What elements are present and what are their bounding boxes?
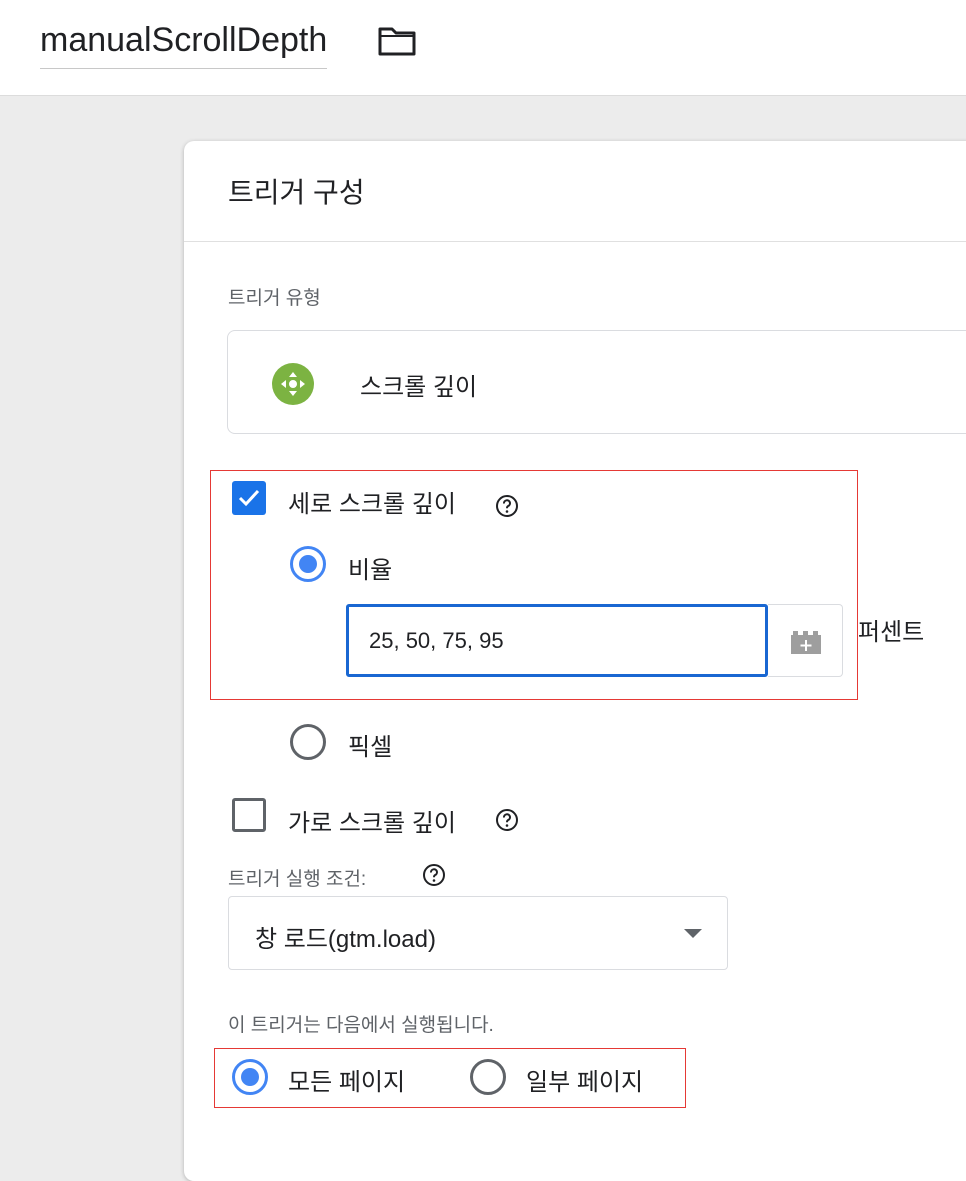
all-pages-radio[interactable] <box>232 1059 268 1095</box>
percent-radio[interactable] <box>290 546 326 582</box>
horizontal-scroll-label: 가로 스크롤 깊이 <box>288 810 456 837</box>
some-pages-radio[interactable] <box>470 1059 506 1095</box>
fire-on-select[interactable]: 창 로드(gtm.load) <box>228 896 728 970</box>
vertical-scroll-checkbox[interactable] <box>232 481 266 515</box>
percent-input[interactable] <box>346 604 768 677</box>
help-icon[interactable] <box>422 863 446 887</box>
percent-unit-label: 퍼센트 <box>858 619 925 646</box>
folder-icon[interactable] <box>378 26 416 56</box>
percent-option-label: 비율 <box>348 557 393 584</box>
fires-on-label: 이 트리거는 다음에서 실행됩니다. <box>228 1015 494 1036</box>
fire-on-label: 트리거 실행 조건: <box>228 869 367 890</box>
tag-name-field[interactable]: manualScrollDepth <box>40 20 328 69</box>
top-bar: manualScrollDepth <box>0 0 966 96</box>
trigger-type-selector[interactable]: 스크롤 깊이 <box>227 330 966 434</box>
vertical-scroll-label: 세로 스크롤 깊이 <box>288 491 456 518</box>
help-icon[interactable] <box>495 494 519 518</box>
card-title: 트리거 구성 <box>228 177 365 208</box>
variable-picker-button[interactable] <box>768 604 843 677</box>
fire-on-value: 창 로드(gtm.load) <box>255 926 436 953</box>
horizontal-scroll-checkbox[interactable] <box>232 798 266 832</box>
all-pages-label: 모든 페이지 <box>288 1069 406 1096</box>
trigger-config-card: 트리거 구성 트리거 유형 스크롤 깊이 세로 스크롤 깊이 비율 25, 50… <box>184 141 966 1181</box>
help-icon[interactable] <box>495 808 519 832</box>
pixel-option-label: 픽셀 <box>348 734 393 761</box>
dropdown-arrow-icon <box>684 929 702 938</box>
some-pages-label: 일부 페이지 <box>526 1069 644 1096</box>
variable-picker-icon <box>791 631 821 654</box>
scroll-depth-icon <box>272 363 314 405</box>
trigger-type-label: 트리거 유형 <box>228 288 321 309</box>
divider <box>184 241 966 242</box>
pixel-radio[interactable] <box>290 724 326 760</box>
trigger-type-name: 스크롤 깊이 <box>360 374 478 401</box>
